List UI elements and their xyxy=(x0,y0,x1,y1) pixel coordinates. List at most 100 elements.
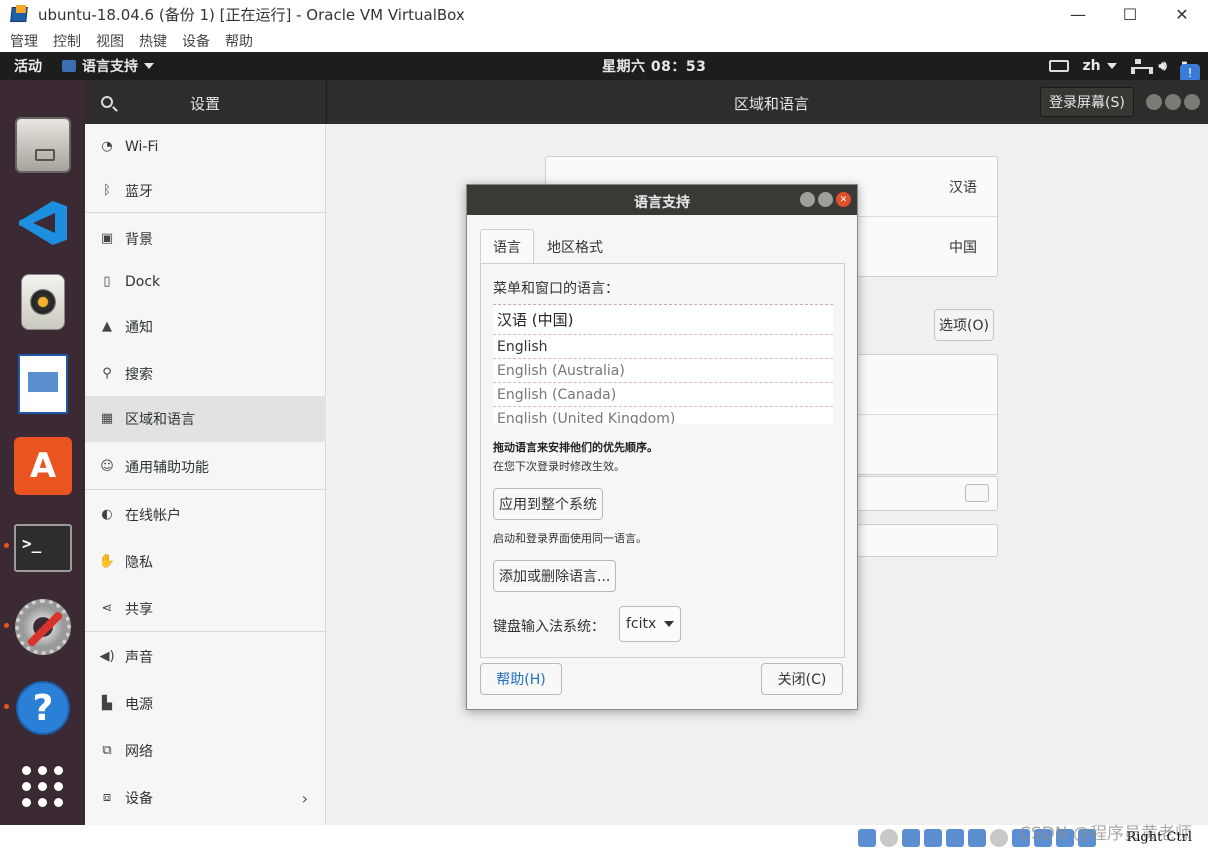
host-window-title: ubuntu-18.04.6 (备份 1) [正在运行] - Oracle VM… xyxy=(38,5,465,24)
list-item[interactable]: English xyxy=(493,335,833,359)
login-screen-button[interactable]: 登录屏幕(S) xyxy=(1040,87,1134,117)
dock-writer[interactable] xyxy=(13,354,73,414)
sidebar-item-devices[interactable]: ⧈ 设备 › xyxy=(85,775,326,821)
tab-language[interactable]: 语言 xyxy=(480,229,534,263)
tab-regional-formats[interactable]: 地区格式 xyxy=(534,229,616,263)
dock-vscode[interactable] xyxy=(13,193,73,253)
options-button[interactable]: 选项(O) xyxy=(934,309,994,341)
dialog-title: 语言支持 xyxy=(634,195,690,211)
clock[interactable]: 星期六 08：53 xyxy=(602,56,706,76)
keyboard-icon[interactable] xyxy=(1048,60,1069,72)
panel-title: 区域和语言 xyxy=(734,95,810,113)
sidebar-item-label: 通知 xyxy=(125,320,153,336)
dock-settings[interactable] xyxy=(13,597,73,657)
input-method-select[interactable]: fcitx xyxy=(619,606,682,642)
menu-devices[interactable]: 设备 xyxy=(182,31,210,51)
system-tray: zh 🔊︎ ▮ xyxy=(1048,58,1188,74)
sidebar-item-search[interactable]: ⚲ 搜索 xyxy=(85,351,326,397)
dialog-minimize-icon[interactable] xyxy=(800,192,815,207)
dock-terminal[interactable]: >_ xyxy=(13,518,73,578)
shared-folders-icon[interactable] xyxy=(968,829,986,847)
menu-view[interactable]: 视图 xyxy=(96,31,124,51)
sidebar-item-label: 通用辅助功能 xyxy=(125,460,209,476)
running-indicator xyxy=(4,623,9,628)
volume-icon[interactable]: 🔊︎ xyxy=(1159,59,1167,74)
show-apps-button[interactable] xyxy=(13,757,73,817)
network-icon: ⧉ xyxy=(102,743,112,758)
list-item[interactable]: 汉语 (中国) xyxy=(493,305,833,335)
sidebar-item-dock[interactable]: ▯ Dock xyxy=(85,259,326,305)
drag-hint: 拖动语言来安排他们的优先顺序。 xyxy=(493,441,658,454)
keyboard-layout-icon[interactable] xyxy=(965,484,989,502)
maximize-button[interactable]: ☐ xyxy=(1104,0,1156,28)
sidebar-item-sharing[interactable]: ⋖ 共享 xyxy=(85,586,326,632)
dialog-maximize-icon[interactable] xyxy=(818,192,833,207)
add-remove-languages-button[interactable]: 添加或删除语言... xyxy=(493,560,617,592)
settings-minimize-icon[interactable] xyxy=(1146,94,1162,110)
effect-hint: 在您下次登录时修改生效。 xyxy=(493,460,625,473)
input-method-label: 键盘输入法系统： xyxy=(493,619,605,635)
sidebar-item-online-accounts[interactable]: ◐ 在线帐户 xyxy=(85,492,326,538)
settings-close-icon[interactable] xyxy=(1184,94,1200,110)
menu-manage[interactable]: 管理 xyxy=(10,31,38,51)
accessibility-icon: ☺ xyxy=(100,459,114,474)
sidebar-item-sound[interactable]: ◀) 声音 xyxy=(85,634,326,680)
sidebar-item-accessibility[interactable]: ☺ 通用辅助功能 xyxy=(85,444,326,490)
harddisk-icon[interactable] xyxy=(858,829,876,847)
host-key-label: Right Ctrl xyxy=(1126,830,1192,845)
network-adapter-icon[interactable] xyxy=(924,829,942,847)
app-menu[interactable]: 语言支持 xyxy=(62,56,154,76)
audio-icon[interactable] xyxy=(902,829,920,847)
menu-help[interactable]: 帮助 xyxy=(225,31,253,51)
libreoffice-writer-icon xyxy=(18,354,68,414)
software-center-icon: A xyxy=(14,437,72,495)
dock-help[interactable]: ? xyxy=(13,678,73,738)
sidebar-item-wifi[interactable]: ◔ Wi-Fi xyxy=(85,124,326,170)
activities-button[interactable]: 活动 xyxy=(14,56,42,76)
sidebar-item-label: 网络 xyxy=(125,744,153,760)
sidebar-item-region-language[interactable]: ▦ 区域和语言 xyxy=(85,396,326,442)
sidebar-item-privacy[interactable]: ✋ 隐私 xyxy=(85,539,326,585)
chevron-down-icon xyxy=(144,63,154,69)
hand-icon: ✋ xyxy=(98,554,116,569)
list-item[interactable]: English (United Kingdom) xyxy=(493,407,833,425)
settings-search-button[interactable] xyxy=(85,80,129,124)
display-icon[interactable] xyxy=(990,829,1008,847)
sidebar-item-label: 隐私 xyxy=(125,555,153,571)
dock-software[interactable]: A xyxy=(13,436,73,496)
language-value: 汉语 xyxy=(949,180,977,196)
list-item[interactable]: English (Australia) xyxy=(493,359,833,383)
close-window-button[interactable]: ✕ xyxy=(1156,0,1208,28)
chevron-down-icon xyxy=(664,621,675,627)
dock-rhythmbox[interactable] xyxy=(13,272,73,332)
sidebar-item-label: 在线帐户 xyxy=(125,508,181,524)
input-method-indicator[interactable]: zh xyxy=(1083,58,1117,74)
optical-drive-icon[interactable] xyxy=(880,829,898,847)
sidebar-item-bluetooth[interactable]: ᛒ 蓝牙 xyxy=(85,168,326,214)
usb-icon[interactable] xyxy=(946,829,964,847)
settings-headerbar: 设置 区域和语言 登录屏幕(S) xyxy=(85,80,1208,124)
help-button[interactable]: 帮助(H) xyxy=(480,663,562,695)
sidebar-item-power[interactable]: ▙ 电源 xyxy=(85,681,326,727)
sidebar-item-network[interactable]: ⧉ 网络 xyxy=(85,728,326,774)
language-list[interactable]: 汉语 (中国) English English (Australia) Engl… xyxy=(493,304,833,424)
sidebar-item-notifications[interactable]: ▲ 通知 xyxy=(85,304,326,350)
sidebar-item-background[interactable]: ▣ 背景 xyxy=(85,216,326,262)
settings-maximize-icon[interactable] xyxy=(1165,94,1181,110)
menu-hotkey[interactable]: 热键 xyxy=(139,31,167,51)
app-menu-label: 语言支持 xyxy=(82,59,138,75)
dialog-close-icon[interactable]: ✕ xyxy=(836,192,851,207)
language-support-dialog: 语言支持 ✕ 语言 地区格式 菜单和窗口的语言： 汉语 (中国) English… xyxy=(466,184,858,710)
dock-files[interactable] xyxy=(13,115,73,175)
gnome-top-bar: 活动 语言支持 星期六 08：53 zh 🔊︎ ▮ ! xyxy=(0,52,1208,82)
menu-control[interactable]: 控制 xyxy=(53,31,81,51)
running-indicator xyxy=(4,543,9,548)
list-item[interactable]: English (Canada) xyxy=(493,383,833,407)
terminal-icon: >_ xyxy=(14,524,72,572)
close-button[interactable]: 关闭(C) xyxy=(761,663,843,695)
settings-sidebar: ◔ Wi-Fi ᛒ 蓝牙 ▣ 背景 ▯ Dock ▲ 通知 ⚲ 搜索 ▦ 区域和语言 ☺ 通用辅… xyxy=(85,124,326,825)
language-tab-panel: 菜单和窗口的语言： 汉语 (中国) English English (Austr… xyxy=(480,263,845,658)
network-icon[interactable] xyxy=(1130,59,1153,74)
minimize-button[interactable]: — xyxy=(1052,0,1104,28)
apply-system-wide-button[interactable]: 应用到整个系统 xyxy=(493,488,603,520)
